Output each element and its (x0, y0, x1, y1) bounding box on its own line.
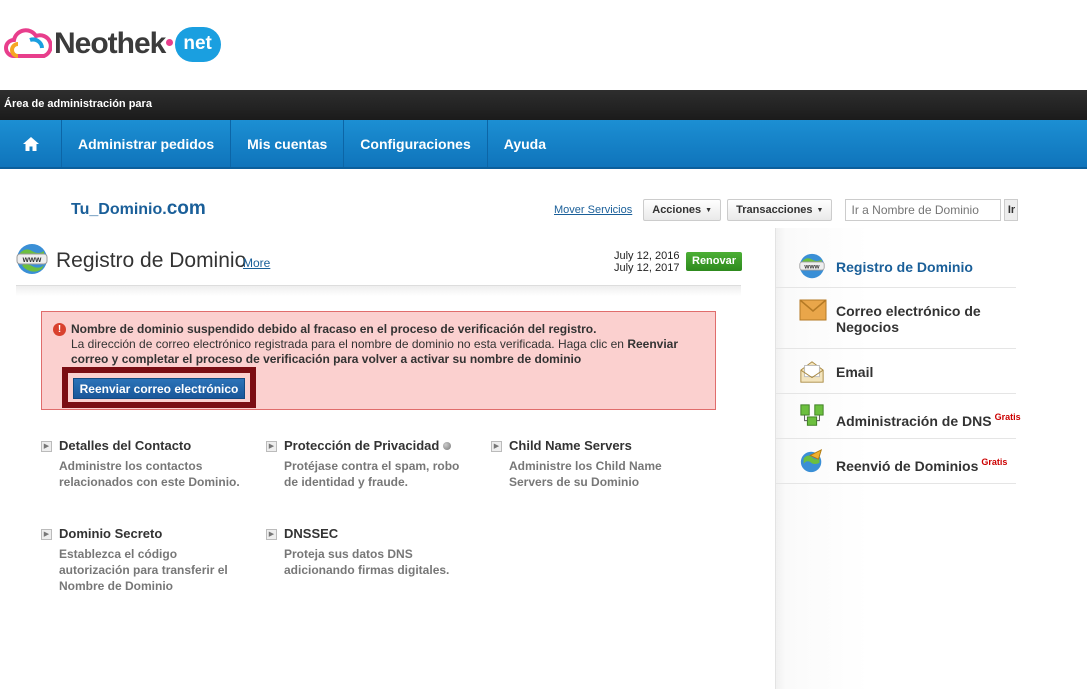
alert-body-text: La dirección de correo electrónico regis… (71, 337, 628, 351)
feature-desc: Proteja sus datos DNS adicionando firmas… (284, 547, 450, 577)
feature-desc: Administre los contactos relacionados co… (59, 459, 240, 489)
goto-domain-input[interactable] (845, 199, 1002, 221)
feature-desc: Protéjase contra el spam, robo de identi… (284, 459, 460, 489)
feature-title[interactable]: DNSSEC (284, 526, 476, 541)
arrow-right-icon: ▶ (266, 441, 277, 452)
dns-servers-icon (800, 404, 824, 426)
domain-name: Tu_Dominio. (71, 201, 167, 218)
feature-title[interactable]: Protección de Privacidad (284, 438, 476, 453)
feature-title[interactable]: Detalles del Contacto (59, 438, 251, 453)
transactions-label: Transacciones (736, 204, 813, 216)
actions-dropdown[interactable]: Acciones ▼ (643, 199, 722, 221)
services-sidebar: www Registro de Dominio Correo electróni… (775, 228, 1087, 689)
cloud-logo-icon (4, 28, 52, 58)
sidebar-label: Correo electrónico de Negocios (836, 303, 981, 335)
main-nav: Administrar pedidos Mis cuentas Configur… (0, 120, 1087, 169)
suspension-alert: ! Nombre de dominio suspendido debido al… (41, 311, 716, 410)
logo-dot (166, 38, 174, 46)
caret-down-icon: ▼ (705, 206, 713, 214)
site-logo[interactable]: Neothek net (4, 22, 221, 66)
nav-administrar-pedidos[interactable]: Administrar pedidos (62, 120, 232, 167)
sidebar-item-domain-forwarding[interactable]: Reenvió de Dominios Gratis (776, 439, 1016, 484)
sidebar-label: Reenvió de Dominios Gratis (836, 454, 1036, 474)
alert-icon: ! (53, 323, 66, 336)
arrow-right-icon: ▶ (41, 529, 52, 540)
date-end: July 12, 2017 (614, 262, 680, 274)
svg-text:www: www (22, 255, 42, 264)
feature-contact-details[interactable]: ▶ Detalles del Contacto Administre los c… (41, 438, 251, 490)
nav-home[interactable] (0, 120, 62, 167)
feature-child-name-servers[interactable]: ▶ Child Name Servers Administre los Chil… (491, 438, 701, 490)
move-services-link[interactable]: Mover Servicios (554, 204, 632, 216)
caret-down-icon: ▼ (816, 206, 824, 214)
sidebar-item-dns-management[interactable]: Administración de DNS Gratis (776, 394, 1021, 439)
sidebar-label: Registro de Dominio (836, 259, 973, 275)
free-badge: Gratis (981, 457, 1008, 467)
feature-privacy-protection[interactable]: ▶ Protección de Privacidad Protéjase con… (266, 438, 476, 490)
date-start: July 12, 2016 (614, 250, 680, 262)
admin-bar: Área de administración para (0, 90, 1087, 120)
resend-email-button[interactable]: Reenviar correo electrónico (73, 378, 245, 399)
forward-globe-icon (800, 448, 823, 473)
sidebar-label-text: Administración de DNS (836, 413, 992, 429)
panel-header: www Registro de Dominio More July 12, 20… (16, 240, 743, 286)
feature-desc: Administre los Child Name Servers de su … (509, 459, 662, 489)
logo-suffix: net (175, 26, 221, 62)
feature-title-text: Protección de Privacidad (284, 438, 440, 453)
resend-highlight-frame: Reenviar correo electrónico (62, 367, 256, 408)
alert-headline: Nombre de dominio suspendido debido al f… (71, 322, 597, 336)
svg-text:www: www (803, 263, 820, 270)
logo-name: Neothek (54, 27, 166, 60)
status-dot-icon (443, 442, 452, 450)
sidebar-item-email[interactable]: Email (776, 349, 1016, 394)
arrow-right-icon: ▶ (41, 441, 52, 452)
feature-domain-secret[interactable]: ▶ Dominio Secreto Establezca el código a… (41, 526, 251, 594)
open-envelope-icon (800, 361, 824, 383)
actions-label: Acciones (652, 204, 702, 216)
registration-dates: July 12, 2016 July 12, 2017 (614, 250, 679, 274)
feature-title[interactable]: Child Name Servers (509, 438, 701, 453)
arrow-right-icon: ▶ (491, 441, 502, 452)
sidebar-item-domain-registration[interactable]: www Registro de Dominio (776, 244, 1016, 288)
envelope-icon (799, 299, 827, 321)
www-globe-icon: www (16, 244, 48, 274)
nav-configuraciones[interactable]: Configuraciones (344, 120, 488, 167)
arrow-right-icon: ▶ (266, 529, 277, 540)
nav-ayuda[interactable]: Ayuda (488, 120, 562, 167)
domain-title: Tu_Dominio.com (71, 198, 206, 220)
feature-desc: Establezca el código autorización para t… (59, 547, 228, 593)
sidebar-label-text: Reenvió de Dominios (836, 458, 979, 474)
sidebar-label: Email (836, 364, 874, 380)
more-link[interactable]: More (243, 256, 270, 270)
panel-divider (16, 286, 741, 296)
nav-mis-cuentas[interactable]: Mis cuentas (231, 120, 345, 167)
sidebar-label: Administración de DNS Gratis (836, 409, 1036, 429)
alert-text: Nombre de dominio suspendido debido al f… (71, 322, 711, 367)
domain-tld: com (166, 198, 206, 219)
domain-tools: Mover Servicios Acciones ▼ Transacciones… (554, 199, 1019, 221)
www-globe-icon: www (799, 253, 825, 279)
alert-body: La dirección de correo electrónico regis… (71, 337, 711, 367)
feature-dnssec[interactable]: ▶ DNSSEC Proteja sus datos DNS adicionan… (266, 526, 476, 578)
panel-title: Registro de Dominio (56, 249, 247, 272)
go-button[interactable]: Ir (1004, 199, 1019, 221)
home-icon (22, 136, 39, 151)
renew-button[interactable]: Renovar (686, 252, 743, 271)
feature-title[interactable]: Dominio Secreto (59, 526, 251, 541)
free-badge: Gratis (994, 412, 1021, 422)
sidebar-item-business-email[interactable]: Correo electrónico de Negocios (776, 288, 1016, 349)
transactions-dropdown[interactable]: Transacciones ▼ (727, 199, 833, 221)
